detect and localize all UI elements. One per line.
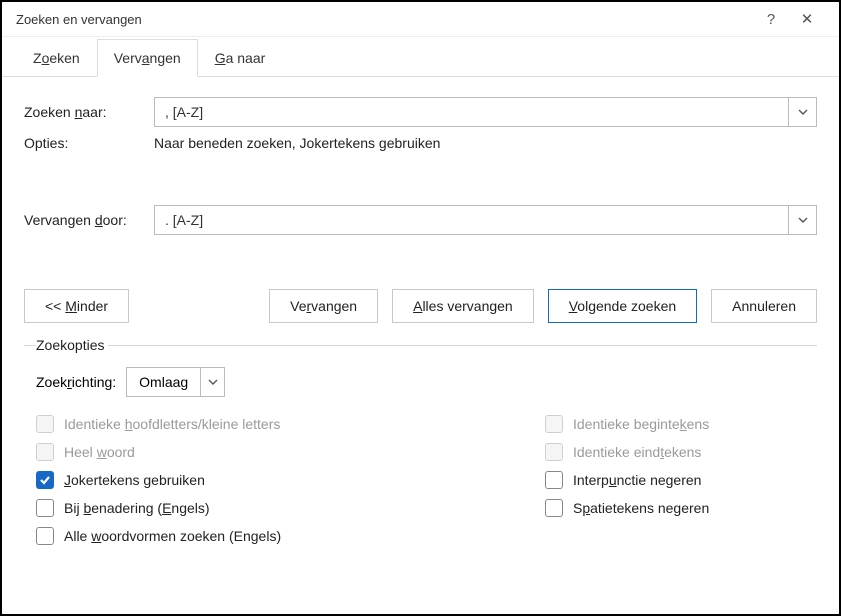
options-text: Naar beneden zoeken, Jokertekens gebruik… xyxy=(154,135,440,151)
find-label: Zoeken naar: xyxy=(24,104,154,120)
find-combo xyxy=(154,97,817,127)
direction-value: Omlaag xyxy=(127,374,200,390)
help-icon[interactable]: ? xyxy=(753,11,789,28)
direction-row: Zoekrichting: Omlaag xyxy=(36,367,805,397)
checkbox-icon xyxy=(36,415,54,433)
replace-row: Vervangen door: xyxy=(24,205,817,235)
checkbox-icon xyxy=(545,443,563,461)
titlebar: Zoeken en vervangen ? ✕ xyxy=(2,2,839,37)
check-match-prefix: Identieke begintekens xyxy=(545,415,805,433)
less-button[interactable]: << Minder xyxy=(24,289,129,323)
tab-search[interactable]: Zoeken xyxy=(16,39,97,76)
check-whole-word: Heel woord xyxy=(36,443,545,461)
replace-input[interactable] xyxy=(154,205,789,235)
checks-grid: Identieke hoofdletters/kleine letters He… xyxy=(36,415,805,545)
checkbox-icon xyxy=(545,499,563,517)
check-match-suffix: Identieke eindtekens xyxy=(545,443,805,461)
check-all-forms[interactable]: Alle woordvormen zoeken (Engels) xyxy=(36,527,545,545)
checkbox-icon xyxy=(545,415,563,433)
chevron-down-icon xyxy=(200,368,224,396)
tab-strip: Zoeken Vervangen Ga naar xyxy=(2,37,839,77)
check-match-case: Identieke hoofdletters/kleine letters xyxy=(36,415,545,433)
checkbox-checked-icon xyxy=(36,471,54,489)
replace-all-button[interactable]: Alles vervangen xyxy=(392,289,534,323)
find-row: Zoeken naar: xyxy=(24,97,817,127)
close-icon[interactable]: ✕ xyxy=(789,10,825,28)
search-options-legend: Zoekopties xyxy=(36,337,108,353)
replace-button[interactable]: Vervangen xyxy=(269,289,378,323)
tab-replace[interactable]: Vervangen xyxy=(97,39,198,77)
checkbox-icon xyxy=(36,527,54,545)
dialog-title: Zoeken en vervangen xyxy=(16,12,753,27)
checkbox-icon xyxy=(545,471,563,489)
search-options-group: Zoekopties Zoekrichting: Omlaag Identiek… xyxy=(24,337,817,551)
replace-dropdown-icon[interactable] xyxy=(789,205,817,235)
checkbox-icon xyxy=(36,443,54,461)
replace-label: Vervangen door: xyxy=(24,212,154,228)
find-dropdown-icon[interactable] xyxy=(789,97,817,127)
button-row: << Minder Vervangen Alles vervangen Volg… xyxy=(24,289,817,323)
check-wildcards[interactable]: Jokertekens gebruiken xyxy=(36,471,545,489)
options-label: Opties: xyxy=(24,135,154,151)
direction-select[interactable]: Omlaag xyxy=(126,367,225,397)
tab-goto[interactable]: Ga naar xyxy=(198,39,283,76)
direction-label: Zoekrichting: xyxy=(36,374,116,390)
options-row: Opties: Naar beneden zoeken, Jokertekens… xyxy=(24,135,817,151)
check-sounds-like[interactable]: Bij benadering (Engels) xyxy=(36,499,545,517)
checkbox-icon xyxy=(36,499,54,517)
cancel-button[interactable]: Annuleren xyxy=(711,289,817,323)
find-input[interactable] xyxy=(154,97,789,127)
check-ignore-white[interactable]: Spatietekens negeren xyxy=(545,499,805,517)
find-next-button[interactable]: Volgende zoeken xyxy=(548,289,697,323)
content: Zoeken naar: Opties: Naar beneden zoeken… xyxy=(2,77,839,565)
replace-combo xyxy=(154,205,817,235)
check-ignore-punct[interactable]: Interpunctie negeren xyxy=(545,471,805,489)
